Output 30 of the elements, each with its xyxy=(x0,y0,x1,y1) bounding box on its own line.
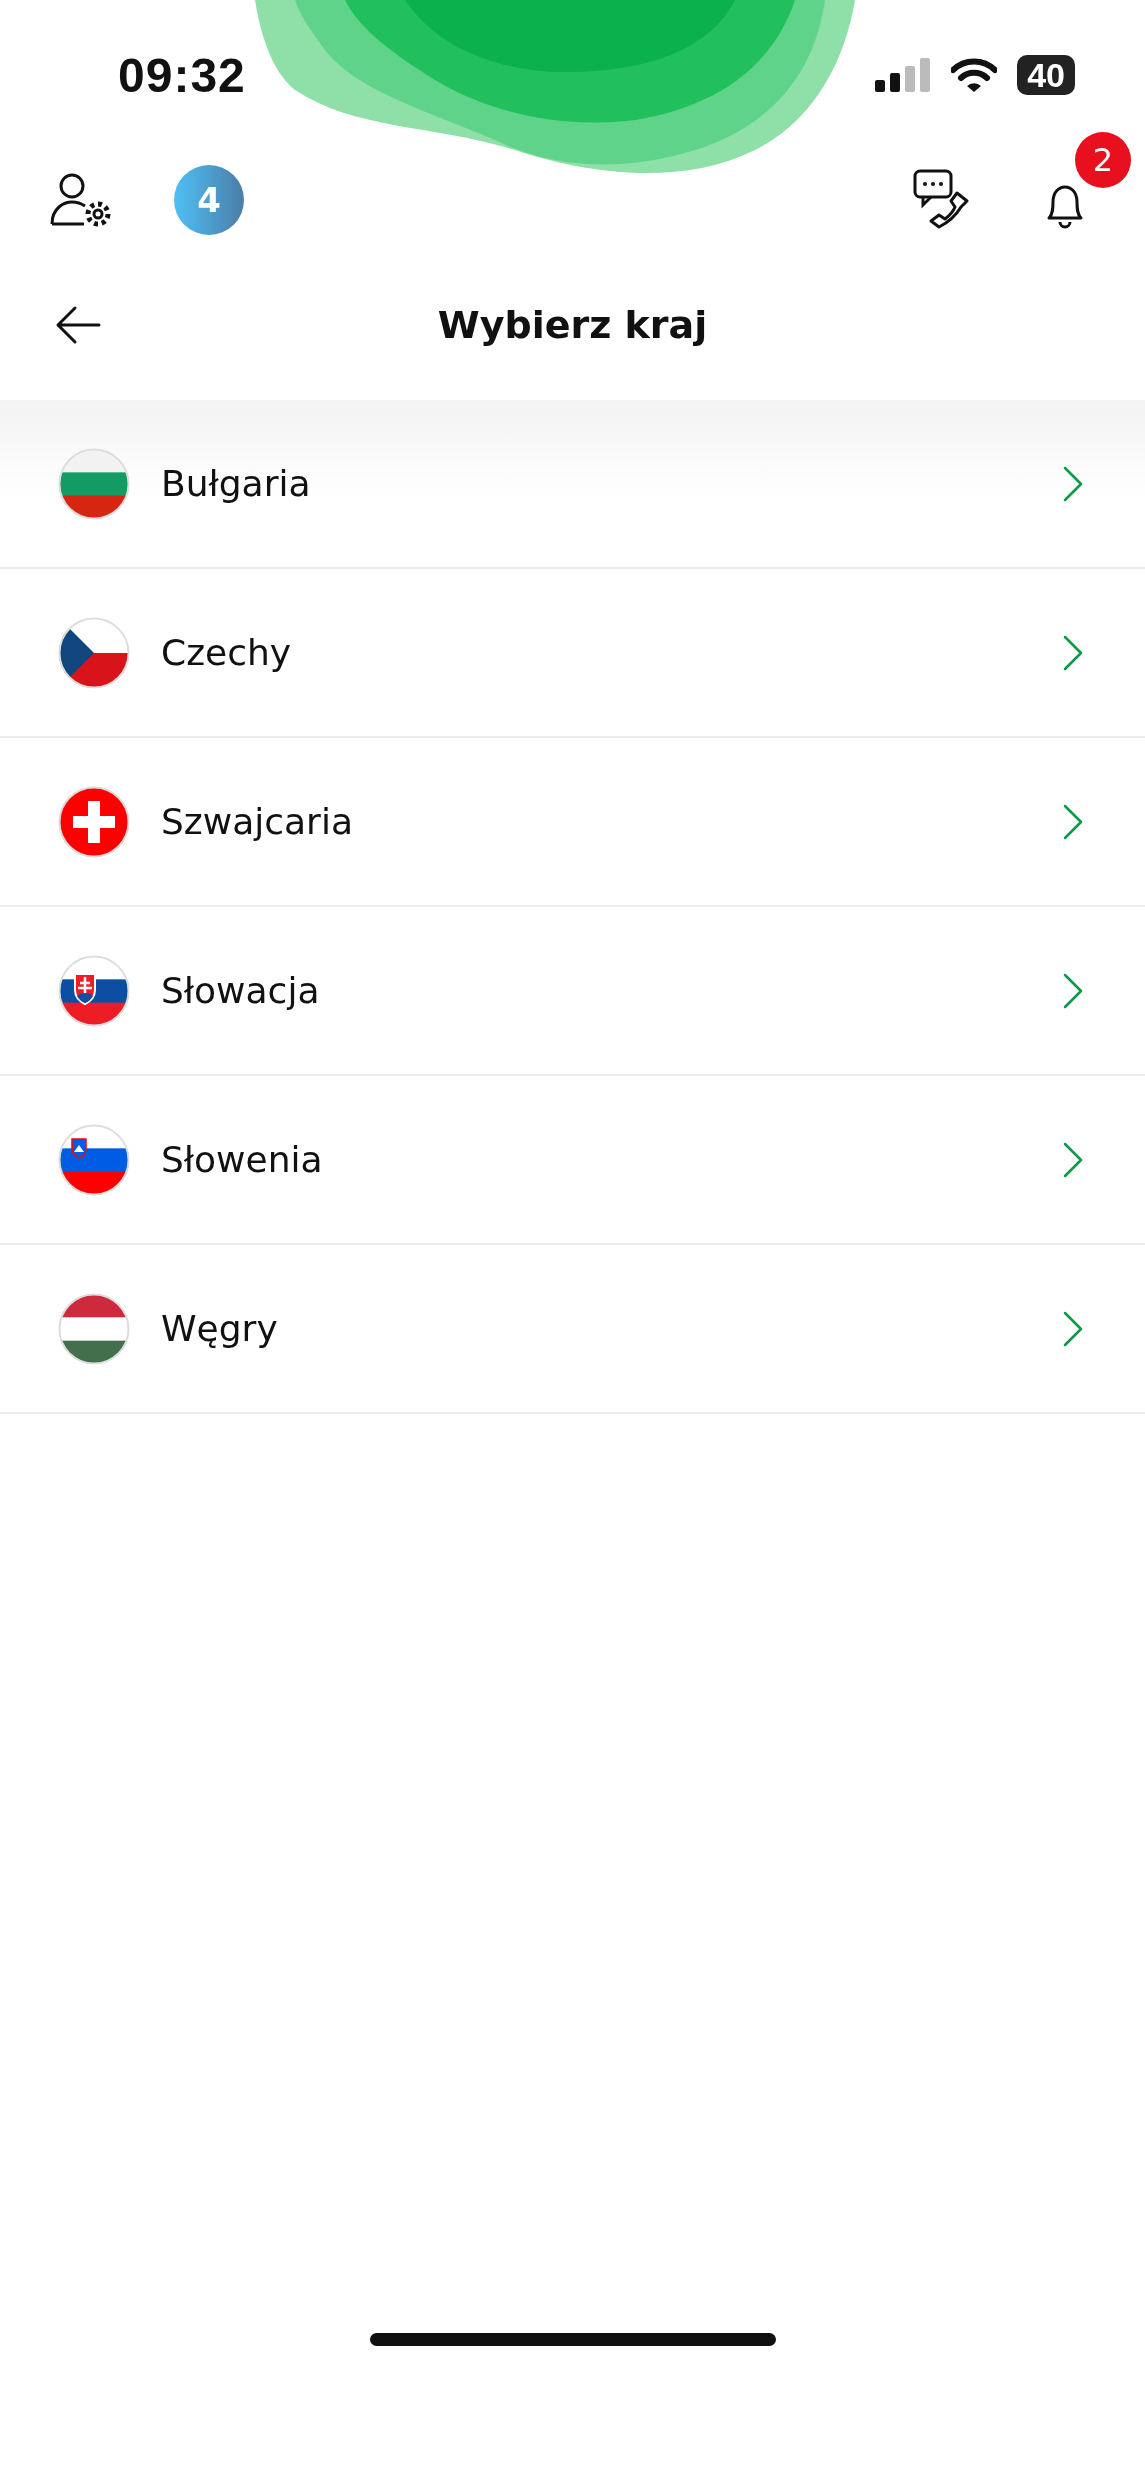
country-item[interactable]: Szwajcaria xyxy=(0,738,1145,907)
country-name: Węgry xyxy=(161,1308,279,1349)
flag-icon xyxy=(58,447,130,520)
country-name: Bułgaria xyxy=(161,463,312,504)
country-item[interactable]: Węgry xyxy=(0,1245,1145,1414)
chevron-right-icon xyxy=(1063,972,1083,1009)
flag-icon xyxy=(58,954,130,1027)
status-time: 09:32 xyxy=(118,47,246,103)
chevron-right-icon xyxy=(1063,465,1083,502)
wifi-icon xyxy=(951,58,998,92)
country-item[interactable]: Bułgaria xyxy=(0,400,1145,569)
country-item[interactable]: Słowacja xyxy=(0,907,1145,1076)
chevron-right-icon xyxy=(1063,803,1083,840)
flag-icon xyxy=(58,1123,130,1196)
flag-icon xyxy=(58,616,130,689)
country-name: Szwajcaria xyxy=(161,801,354,842)
country-item[interactable]: Słowenia xyxy=(0,1076,1145,1245)
notification-badge: 2 xyxy=(1075,132,1131,188)
chevron-right-icon xyxy=(1063,634,1083,671)
country-name: Czechy xyxy=(161,632,293,673)
battery-indicator: 40 xyxy=(1017,55,1075,95)
country-name: Słowenia xyxy=(161,1139,324,1180)
signal-icon xyxy=(875,58,932,92)
page-title: Wybierz kraj xyxy=(436,303,709,347)
country-item[interactable]: Czechy xyxy=(0,569,1145,738)
flag-icon xyxy=(58,1292,130,1365)
back-arrow-icon[interactable] xyxy=(55,305,101,345)
chevron-right-icon xyxy=(1063,1141,1083,1178)
chevron-right-icon xyxy=(1063,1310,1083,1347)
country-name: Słowacja xyxy=(161,970,321,1011)
